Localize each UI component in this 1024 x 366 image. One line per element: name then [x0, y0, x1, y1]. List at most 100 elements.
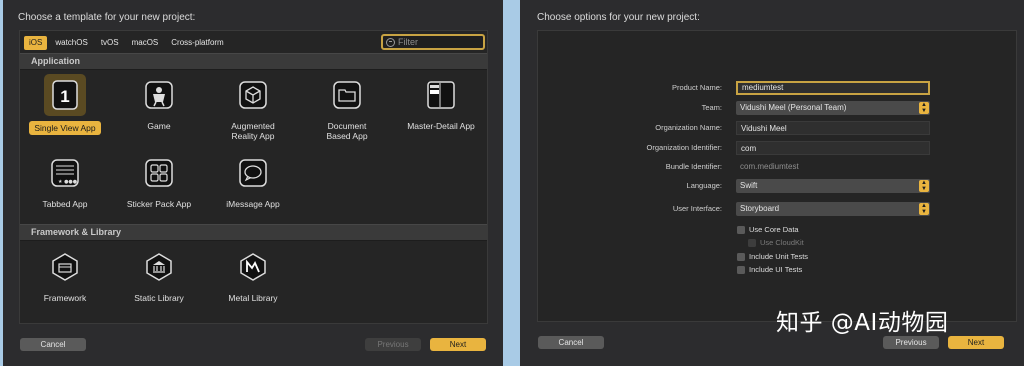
core-data-checkbox-row[interactable]: Use Core Data	[737, 225, 799, 235]
language-select[interactable]: Swift ▲ ▼	[736, 179, 930, 193]
core-data-checkbox[interactable]	[737, 226, 745, 234]
ui-tests-checkbox-row[interactable]: Include UI Tests	[737, 265, 802, 275]
svg-text:★ ●●●: ★ ●●●	[58, 179, 78, 185]
cloudkit-checkbox[interactable]	[748, 239, 756, 247]
watermark-text: 知乎 @AI动物园	[776, 310, 949, 336]
template-label: Game	[147, 121, 171, 131]
cancel-button[interactable]: Cancel	[538, 336, 604, 349]
ui-select-value: Storyboard	[740, 204, 780, 213]
template-box: iOS watchOS tvOS macOS Cross-platform Ap…	[19, 30, 488, 324]
product-name-row: Product Name: mediumtest	[538, 81, 1018, 95]
tabbed-icon: ★ ●●●	[51, 159, 79, 187]
library-icon	[146, 253, 172, 281]
chevron-updown-icon: ▲ ▼	[919, 102, 929, 114]
next-button[interactable]: Next	[430, 338, 486, 351]
unit-tests-label: Include Unit Tests	[749, 252, 809, 261]
language-row: Language: Swift ▲ ▼	[538, 179, 1018, 193]
template-label: Master-Detail App	[407, 121, 475, 131]
team-row: Team: Vidushi Meel (Personal Team) ▲ ▼	[538, 101, 1018, 115]
next-button[interactable]: Next	[948, 336, 1004, 349]
template-tabbed-app[interactable]: ★ ●●● Tabbed App	[20, 152, 110, 209]
template-icon-bg	[138, 246, 180, 288]
options-panel: Choose options for your new project: Pro…	[520, 0, 1024, 366]
language-label: Language:	[686, 181, 722, 190]
template-framework[interactable]: Framework	[20, 246, 110, 303]
template-icon-bg	[232, 246, 274, 288]
template-icon-bg	[326, 74, 368, 116]
svg-text:1: 1	[60, 87, 69, 106]
template-master-detail-app[interactable]: Master-Detail App	[396, 74, 486, 131]
tab-ios[interactable]: iOS	[24, 36, 48, 50]
filter-field[interactable]	[381, 34, 485, 50]
template-icon-bg	[138, 152, 180, 194]
game-icon	[145, 81, 173, 109]
template-label: Framework	[43, 293, 87, 303]
bundle-id-label: Bundle Identifier:	[665, 162, 722, 171]
filter-input[interactable]	[398, 37, 478, 47]
template-label: Document Based App	[326, 121, 368, 141]
platform-tabs: iOS watchOS tvOS macOS Cross-platform	[24, 36, 232, 50]
options-box: Product Name: mediumtest Team: Vidushi M…	[537, 30, 1017, 322]
bundle-id-value: com.mediumtest	[740, 162, 799, 171]
tab-macos[interactable]: macOS	[127, 36, 164, 50]
ar-icon	[239, 81, 267, 109]
template-icon-bg	[232, 152, 274, 194]
previous-button[interactable]: Previous	[883, 336, 939, 349]
ui-select[interactable]: Storyboard ▲ ▼	[736, 202, 930, 216]
template-static-library[interactable]: Static Library	[114, 246, 204, 303]
template-augmented-reality-app[interactable]: Augmented Reality App	[208, 74, 298, 141]
org-id-field[interactable]: com	[736, 141, 930, 155]
imessage-icon	[239, 159, 267, 187]
template-sticker-pack-app[interactable]: Sticker Pack App	[114, 152, 204, 209]
template-metal-library[interactable]: Metal Library	[208, 246, 298, 303]
bundle-id-row: Bundle Identifier: com.mediumtest	[538, 160, 1018, 174]
section-framework-library: Framework & Library	[20, 224, 487, 241]
tab-tvos[interactable]: tvOS	[96, 36, 124, 50]
product-name-label: Product Name:	[671, 83, 722, 92]
product-name-field[interactable]: mediumtest	[736, 81, 930, 95]
previous-button[interactable]: Previous	[365, 338, 421, 351]
template-icon-bg	[44, 246, 86, 288]
template-label: iMessage App	[226, 199, 280, 209]
filter-icon	[386, 37, 395, 47]
template-single-view-app[interactable]: 1 Single View App	[20, 74, 110, 136]
template-label: Static Library	[134, 293, 184, 303]
template-game[interactable]: Game	[114, 74, 204, 131]
ui-tests-checkbox[interactable]	[737, 266, 745, 274]
team-select[interactable]: Vidushi Meel (Personal Team) ▲ ▼	[736, 101, 930, 115]
tab-watchos[interactable]: watchOS	[50, 36, 92, 50]
template-icon-bg	[138, 74, 180, 116]
template-imessage-app[interactable]: iMessage App	[208, 152, 298, 209]
master-detail-icon	[427, 81, 455, 109]
chevron-updown-icon: ▲ ▼	[919, 180, 929, 192]
template-label: Single View App	[29, 121, 101, 135]
unit-tests-checkbox[interactable]	[737, 253, 745, 261]
tab-cross-platform[interactable]: Cross-platform	[166, 36, 228, 50]
template-icon-bg: 1	[44, 74, 86, 116]
ui-tests-label: Include UI Tests	[749, 265, 803, 274]
sticker-icon	[145, 159, 173, 187]
template-icon-bg	[420, 74, 462, 116]
template-document-based-app[interactable]: Document Based App	[302, 74, 392, 141]
cloudkit-checkbox-row[interactable]: Use CloudKit	[748, 238, 804, 248]
ui-label: User Interface:	[672, 204, 722, 213]
org-id-row: Organization Identifier: com	[538, 141, 1018, 155]
org-name-field[interactable]: Vidushi Meel	[736, 121, 930, 135]
single-view-icon: 1	[52, 80, 78, 110]
template-icon-bg: ★ ●●●	[44, 152, 86, 194]
cancel-button[interactable]: Cancel	[20, 338, 86, 351]
section-application: Application	[20, 53, 487, 70]
template-chooser-panel: Choose a template for your new project: …	[3, 0, 503, 366]
template-icon-bg	[232, 74, 274, 116]
unit-tests-checkbox-row[interactable]: Include Unit Tests	[737, 252, 808, 262]
org-id-label: Organization Identifier:	[646, 143, 722, 152]
template-label: Augmented Reality App	[231, 121, 275, 141]
framework-icon	[52, 253, 78, 281]
language-select-value: Swift	[740, 181, 758, 190]
team-label: Team:	[701, 103, 722, 112]
cloudkit-label: Use CloudKit	[760, 238, 804, 247]
template-label: Sticker Pack App	[126, 199, 192, 209]
ui-row: User Interface: Storyboard ▲ ▼	[538, 202, 1018, 216]
team-select-value: Vidushi Meel (Personal Team)	[740, 103, 847, 112]
org-name-label: Organization Name:	[655, 123, 722, 132]
